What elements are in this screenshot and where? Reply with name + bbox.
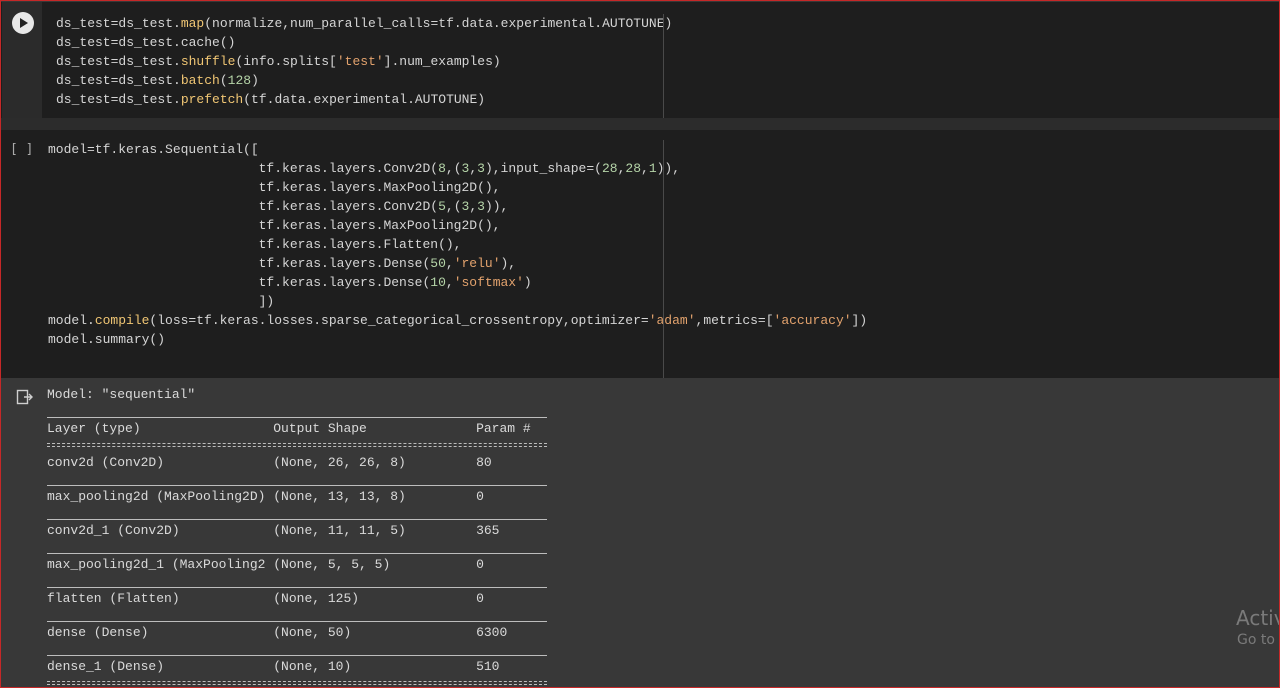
- code-line: model.compile(loss=tf.keras.losses.spars…: [48, 313, 868, 328]
- code-line: model=tf.keras.Sequential([: [48, 142, 259, 157]
- table-rule: [47, 519, 547, 520]
- code-editor-2[interactable]: model=tf.keras.Sequential([ tf.keras.lay…: [48, 140, 867, 349]
- summary-header: Layer (type) Output Shape Param #: [47, 421, 531, 436]
- cell-gutter: [2, 2, 42, 118]
- code-line: ds_test=ds_test.batch(128): [56, 73, 259, 88]
- code-line: ds_test=ds_test.cache(): [56, 35, 236, 50]
- line-length-ruler: [663, 14, 664, 118]
- table-rule: [47, 485, 547, 486]
- code-line: tf.keras.layers.Flatten(),: [48, 237, 462, 252]
- execution-count: [ ]: [10, 142, 34, 157]
- table-double-rule: [47, 443, 547, 447]
- summary-row: max_pooling2d (MaxPooling2D) (None, 13, …: [47, 489, 484, 504]
- windows-activation-watermark: Activ: [1236, 606, 1280, 630]
- table-rule: [47, 655, 547, 656]
- summary-row: flatten (Flatten) (None, 125) 0: [47, 591, 484, 606]
- code-editor-1[interactable]: ds_test=ds_test.map(normalize,num_parall…: [56, 14, 672, 109]
- output-icon[interactable]: [16, 389, 34, 405]
- cell-separator: [0, 118, 1280, 130]
- code-line: ds_test=ds_test.shuffle(info.splits['tes…: [56, 54, 501, 69]
- code-line: tf.keras.layers.MaxPooling2D(),: [48, 180, 501, 195]
- table-rule: [47, 587, 547, 588]
- summary-row: conv2d_1 (Conv2D) (None, 11, 11, 5) 365: [47, 523, 500, 538]
- code-line: tf.keras.layers.MaxPooling2D(),: [48, 218, 501, 233]
- code-line: ds_test=ds_test.map(normalize,num_parall…: [56, 16, 673, 31]
- code-cell-1[interactable]: ds_test=ds_test.map(normalize,num_parall…: [0, 2, 1280, 118]
- line-length-ruler: [663, 140, 664, 378]
- windows-activation-subtext: Go to: [1237, 632, 1275, 648]
- model-name-line: Model: "sequential": [47, 387, 196, 402]
- code-line: ]): [48, 294, 275, 309]
- summary-row: dense (Dense) (None, 50) 6300: [47, 625, 508, 640]
- code-line: tf.keras.layers.Dense(10,'softmax'): [48, 275, 532, 290]
- summary-row: max_pooling2d_1 (MaxPooling2 (None, 5, 5…: [47, 557, 484, 572]
- table-rule: [47, 417, 547, 418]
- code-line: ds_test=ds_test.prefetch(tf.data.experim…: [56, 92, 486, 107]
- table-double-rule: [47, 681, 547, 685]
- run-cell-button[interactable]: [12, 12, 34, 34]
- code-line: tf.keras.layers.Dense(50,'relu'),: [48, 256, 517, 271]
- code-line: tf.keras.layers.Conv2D(8,(3,3),input_sha…: [48, 161, 681, 176]
- summary-row: dense_1 (Dense) (None, 10) 510: [47, 659, 500, 674]
- table-rule: [47, 553, 547, 554]
- code-line: tf.keras.layers.Conv2D(5,(3,3)),: [48, 199, 509, 214]
- code-line: model.summary(): [48, 332, 166, 347]
- table-rule: [47, 621, 547, 622]
- code-cell-2[interactable]: [ ] model=tf.keras.Sequential([ tf.keras…: [0, 130, 1280, 378]
- summary-row: conv2d (Conv2D) (None, 26, 26, 8) 80: [47, 455, 492, 470]
